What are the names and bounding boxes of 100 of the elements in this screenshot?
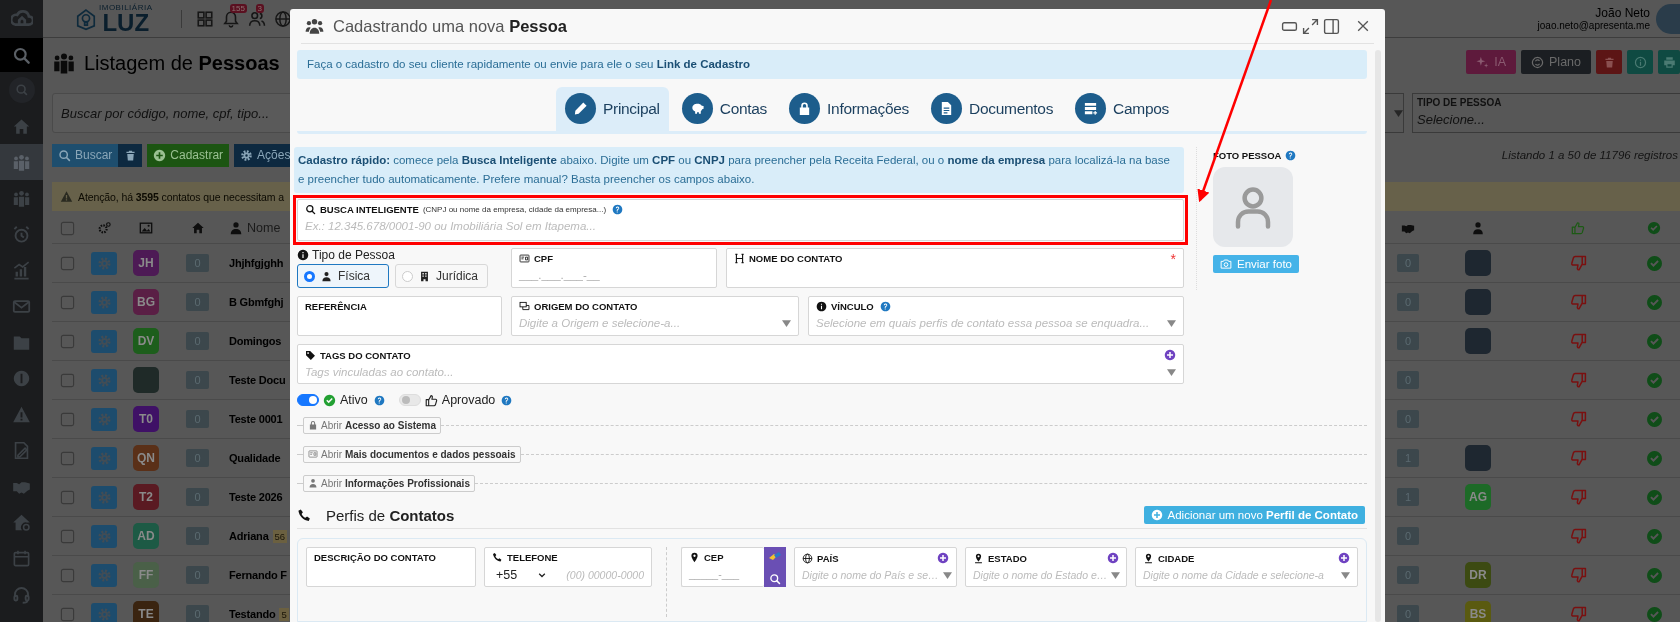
search-button[interactable]: Buscar (52, 143, 119, 167)
checkbox[interactable] (59, 333, 75, 349)
thumbs-down-icon[interactable] (1569, 527, 1587, 545)
cep-field[interactable]: CEP _____-___ (681, 547, 764, 588)
print-button[interactable] (1658, 50, 1680, 74)
avatar-photo[interactable] (1656, 3, 1680, 34)
delete-button[interactable] (1596, 50, 1622, 74)
help-icon[interactable] (1285, 150, 1297, 162)
tab[interactable]: Documentos (922, 86, 1063, 131)
bell-icon[interactable] (221, 9, 240, 28)
settings-button[interactable] (91, 329, 117, 353)
description-field[interactable]: DESCRIÇÃO DO CONTATO (306, 547, 476, 588)
sidebar-item[interactable] (0, 144, 43, 180)
settings-button[interactable] (91, 446, 117, 470)
settings-button[interactable] (91, 407, 117, 431)
contact-name-field[interactable]: NOME DO CONTATO * (726, 248, 1184, 289)
people-icon (12, 188, 31, 208)
expand-icon[interactable] (1302, 17, 1319, 35)
tab[interactable]: Principal (556, 86, 669, 131)
thumbs-down-icon[interactable] (1569, 254, 1587, 272)
help-icon[interactable] (373, 394, 385, 406)
settings-icon (96, 528, 112, 544)
tip-text: Cadastro rápido: comece pela Busca Inteligente abaixo. Digite um CPF ou CNPJ para preencher pela Receita Federal, ou o nome da empresa para localizá-la na base e preencher tudo automaticamente. Prefere manual? Basta preencher os campos abaixo. (298, 154, 1170, 186)
close-icon[interactable] (1356, 19, 1370, 33)
checkbox[interactable] (59, 220, 75, 236)
clear-button[interactable] (118, 143, 143, 167)
people-icon[interactable] (247, 9, 266, 28)
chat-icon (519, 301, 530, 313)
lock-icon (308, 420, 318, 431)
add-icon[interactable] (1164, 349, 1176, 362)
state-select[interactable]: ESTADO Digite o nome do Estado e… (965, 547, 1127, 588)
settings-button[interactable] (91, 524, 117, 548)
user-icon (229, 221, 243, 235)
photo-placeholder (1465, 289, 1491, 315)
add-icon[interactable] (1338, 552, 1350, 565)
info-button[interactable] (1627, 50, 1653, 74)
checkbox[interactable] (59, 294, 75, 310)
side-panel-icon[interactable] (1323, 17, 1340, 35)
image-icon (139, 221, 153, 235)
cep-search-button[interactable] (764, 547, 786, 588)
origin-select[interactable]: ORIGEM DO CONTATO Digite a Origem e selecione-a... (511, 296, 799, 337)
thumbs-down-icon[interactable] (1569, 488, 1587, 506)
checkbox[interactable] (59, 567, 75, 583)
city-select[interactable]: CIDADE Digite o nome da Cidade e selecione-a (1135, 547, 1358, 588)
tab[interactable]: Campos (1066, 86, 1178, 131)
checkbox[interactable] (59, 255, 75, 271)
help-icon[interactable] (879, 301, 891, 313)
country-select[interactable]: PAÍS Digite o nome do País e se… (794, 547, 957, 588)
grid-icon[interactable] (195, 9, 214, 28)
link-select[interactable]: VÍNCULO Selecione em quais perfis de contato essa pessoa se enquadra... (808, 296, 1184, 337)
thumbs-down-icon[interactable] (1569, 410, 1587, 428)
toggle-switch[interactable] (297, 394, 319, 407)
add-icon[interactable] (1107, 552, 1119, 565)
settings-button[interactable] (91, 251, 117, 275)
checkbox[interactable] (59, 489, 75, 505)
checkbox[interactable] (59, 372, 75, 388)
help-icon[interactable] (501, 394, 513, 406)
checkbox[interactable] (59, 411, 75, 427)
country-code[interactable]: +55 (496, 568, 518, 583)
thumbs-down-icon[interactable] (1569, 566, 1587, 584)
tags-select[interactable]: TAGS DO CONTATO Tags vinculadas ao contato... (297, 344, 1184, 385)
radio-option[interactable]: Jurídica (395, 264, 489, 289)
cpf-field[interactable]: CPF ___.___.___-__ (511, 248, 717, 289)
settings-button[interactable] (91, 368, 117, 392)
initials-avatar: DV (133, 328, 159, 354)
help-icon[interactable] (612, 204, 624, 216)
globe-icon[interactable] (273, 9, 292, 28)
reference-field[interactable]: REFERÊNCIA (297, 296, 502, 337)
initials-avatar: T0 (133, 406, 159, 432)
radio-option[interactable]: Física (297, 264, 389, 289)
register-button[interactable]: Cadastrar (147, 143, 230, 167)
thumbs-down-icon[interactable] (1569, 293, 1587, 311)
thumbs-down-icon[interactable] (1569, 371, 1587, 389)
field-label: CIDADE (1158, 552, 1195, 564)
expand-section-button[interactable]: Abrir Mais documentos e dados pessoais (303, 445, 521, 463)
tab[interactable]: Informações (780, 86, 919, 131)
thumbs-down-icon[interactable] (1569, 332, 1587, 350)
checkbox[interactable] (59, 606, 75, 622)
sidebar-item[interactable] (0, 38, 43, 72)
settings-button[interactable] (91, 563, 117, 587)
field-label: NOME DO CONTATO (749, 253, 843, 265)
smart-search-field[interactable]: BUSCA INTELIGENTE (CNPJ ou nome da empresa, cidade da empresa...) Ex.: 12.345.678/0001-90 ou Imobiliária Sol em Itapema... (297, 199, 1184, 242)
add-icon[interactable] (937, 552, 949, 565)
caret-icon (1394, 108, 1403, 118)
count-badge: 3 (255, 3, 264, 13)
code-badge: 5 (279, 607, 289, 621)
user-email: joao.neto@apresenta.me (1537, 20, 1650, 31)
expand-section-button[interactable]: Abrir Acesso ao Sistema (303, 416, 442, 434)
checkbox[interactable] (59, 528, 75, 544)
expand-section-button[interactable]: Abrir Informações Profissionais (303, 474, 475, 492)
settings-button[interactable] (91, 290, 117, 314)
phone-field[interactable]: TELEFONE +55 (00) 00000-0000 (484, 547, 652, 588)
thumbs-down-icon[interactable] (1569, 605, 1587, 622)
checkbox[interactable] (59, 450, 75, 466)
thumbs-down-icon[interactable] (1569, 449, 1587, 467)
field-label: CEP (704, 552, 724, 564)
settings-button[interactable] (91, 602, 117, 622)
settings-button[interactable] (91, 485, 117, 509)
info-icon (297, 249, 309, 262)
tab[interactable]: Contas (672, 86, 777, 131)
